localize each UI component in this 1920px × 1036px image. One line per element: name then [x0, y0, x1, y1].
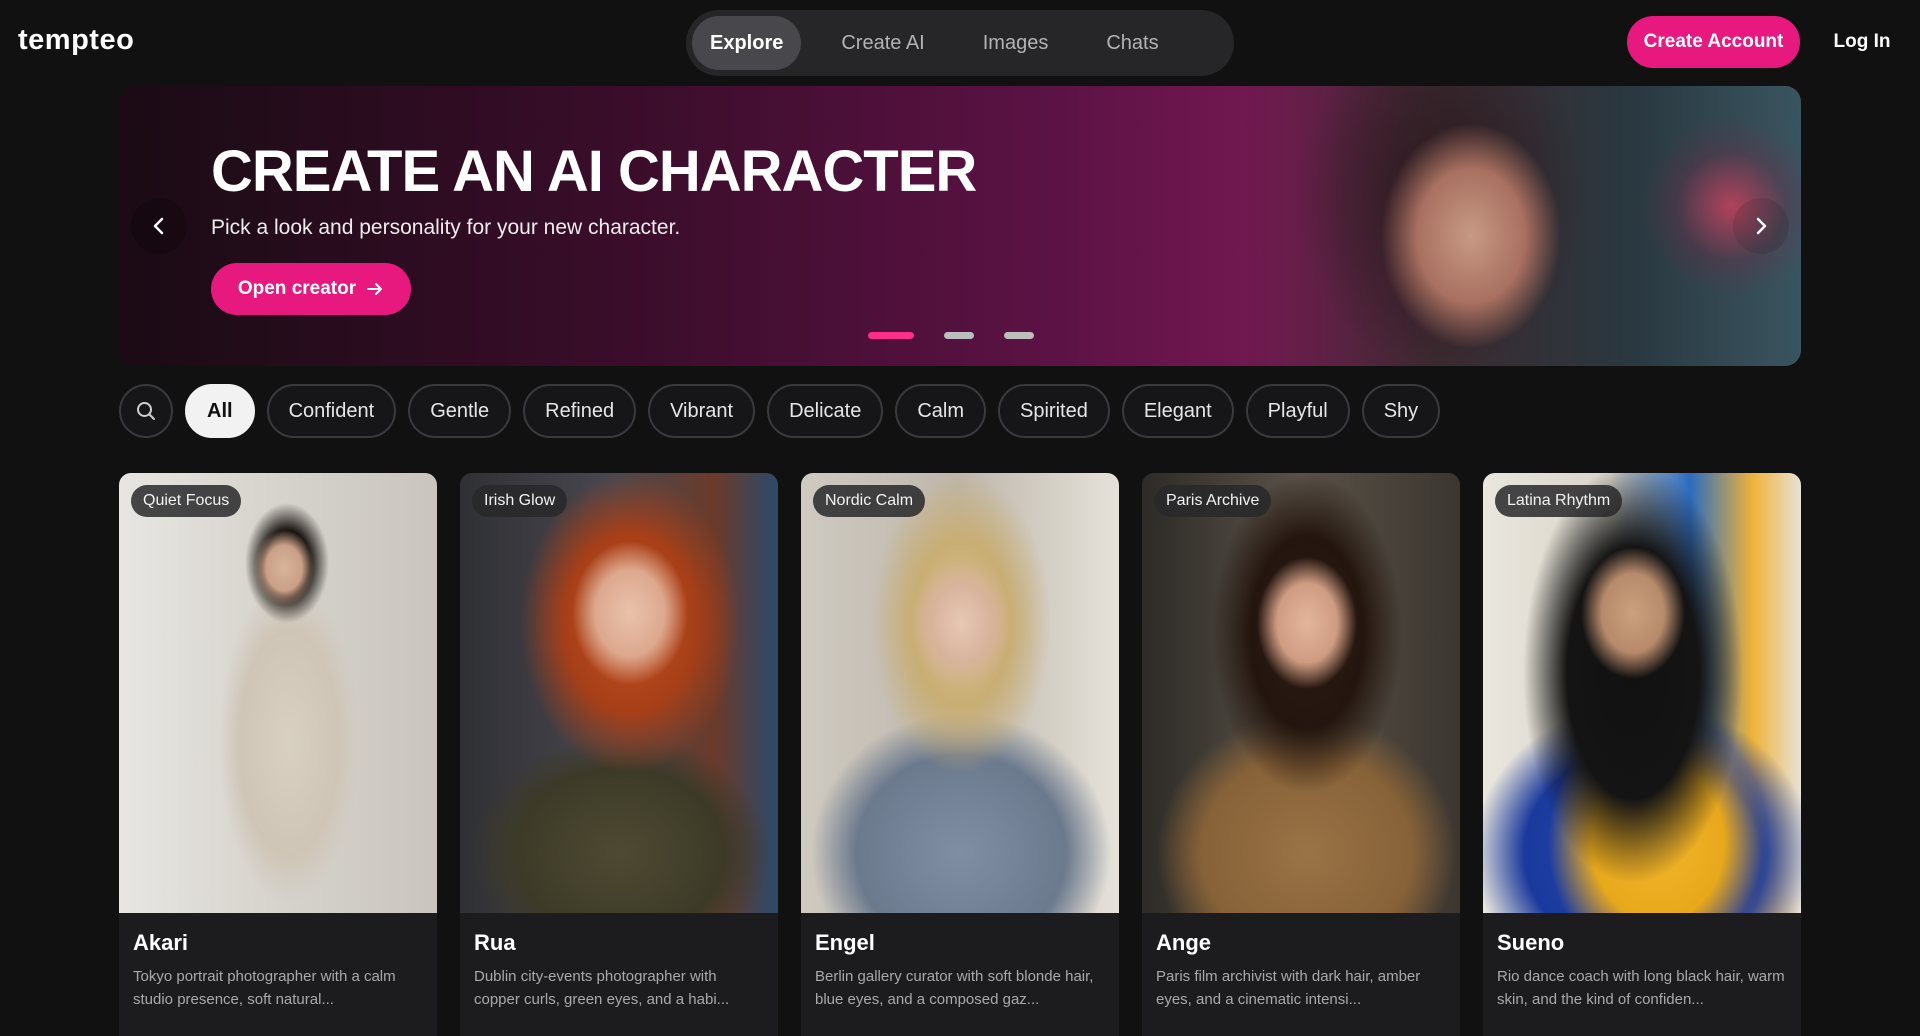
- carousel-dot-3[interactable]: [1004, 332, 1034, 339]
- header: tempteo Explore Create AI Images Chats C…: [0, 0, 1920, 86]
- filter-bar: All Confident Gentle Refined Vibrant Del…: [119, 384, 1441, 438]
- card-tag: Quiet Focus: [131, 485, 242, 517]
- hero-prev-button[interactable]: [131, 198, 187, 254]
- character-portrait: [1483, 473, 1801, 913]
- character-portrait: [801, 473, 1119, 913]
- arrow-right-icon: [367, 283, 383, 295]
- carousel-dot-2[interactable]: [944, 332, 974, 339]
- nav-tab-create-ai[interactable]: Create AI: [823, 16, 942, 70]
- card-description: Paris film archivist with dark hair, amb…: [1156, 968, 1421, 1008]
- open-creator-button[interactable]: Open creator: [211, 263, 411, 315]
- card-name: Sueno: [1497, 930, 1565, 955]
- logo[interactable]: tempteo: [18, 24, 134, 57]
- chevron-right-icon: [1756, 217, 1767, 235]
- filter-chip-delicate[interactable]: Delicate: [767, 384, 884, 438]
- search-button[interactable]: [119, 384, 173, 438]
- chevron-left-icon: [153, 217, 164, 235]
- hero-title: CREATE AN AI CHARACTER: [211, 139, 977, 204]
- create-account-button[interactable]: Create Account: [1627, 16, 1800, 68]
- filter-chip-gentle[interactable]: Gentle: [408, 384, 512, 438]
- card-description: Rio dance coach with long black hair, wa…: [1497, 968, 1785, 1008]
- card-tag: Paris Archive: [1154, 485, 1272, 517]
- filter-chip-playful[interactable]: Playful: [1245, 384, 1350, 438]
- filter-chip-vibrant[interactable]: Vibrant: [648, 384, 756, 438]
- filter-chip-spirited[interactable]: Spirited: [998, 384, 1110, 438]
- nav-tab-images[interactable]: Images: [965, 16, 1067, 70]
- card-name: Akari: [133, 930, 189, 955]
- card-name: Rua: [474, 930, 516, 955]
- character-card-rua[interactable]: Irish Glow Rua Dublin city-events photog…: [460, 473, 778, 1036]
- filter-chip-confident[interactable]: Confident: [266, 384, 397, 438]
- card-tag: Irish Glow: [472, 485, 568, 517]
- character-card-sueno[interactable]: Latina Rhythm Sueno Rio dance coach with…: [1483, 473, 1801, 1036]
- nav-tab-explore[interactable]: Explore: [692, 16, 802, 70]
- character-portrait: [460, 473, 778, 913]
- filter-chip-all[interactable]: All: [185, 384, 255, 438]
- card-description: Tokyo portrait photographer with a calm …: [133, 968, 396, 1008]
- filter-chip-calm[interactable]: Calm: [895, 384, 987, 438]
- hero-subtitle: Pick a look and personality for your new…: [211, 216, 681, 239]
- character-card-ange[interactable]: Paris Archive Ange Paris film archivist …: [1142, 473, 1460, 1036]
- card-tag: Nordic Calm: [813, 485, 926, 517]
- carousel-dot-1[interactable]: [868, 332, 914, 339]
- open-creator-label: Open creator: [237, 278, 357, 299]
- card-description: Berlin gallery curator with soft blonde …: [815, 968, 1094, 1008]
- character-card-akari[interactable]: Quiet Focus Akari Tokyo portrait photogr…: [119, 473, 437, 1036]
- hero-banner: CREATE AN AI CHARACTER Pick a look and p…: [119, 86, 1801, 366]
- filter-chip-refined[interactable]: Refined: [523, 384, 637, 438]
- card-description: Dublin city-events photographer with cop…: [474, 968, 730, 1008]
- filter-chip-shy[interactable]: Shy: [1361, 384, 1441, 438]
- card-name: Engel: [815, 930, 875, 955]
- card-name: Ange: [1156, 930, 1211, 955]
- filter-chip-elegant[interactable]: Elegant: [1121, 384, 1234, 438]
- carousel-dots: [868, 332, 1034, 339]
- main-nav: Explore Create AI Images Chats: [686, 10, 1234, 76]
- hero-character-image: [1241, 86, 1801, 366]
- character-portrait: [119, 473, 437, 913]
- character-portrait: [1142, 473, 1460, 913]
- hero-next-button[interactable]: [1733, 198, 1789, 254]
- nav-tab-chats[interactable]: Chats: [1088, 16, 1176, 70]
- card-tag: Latina Rhythm: [1495, 485, 1623, 517]
- character-grid: Quiet Focus Akari Tokyo portrait photogr…: [119, 473, 1801, 1036]
- search-icon: [137, 402, 155, 420]
- log-in-button[interactable]: Log In: [1822, 16, 1902, 68]
- page: tempteo Explore Create AI Images Chats C…: [0, 0, 1920, 1036]
- character-card-engel[interactable]: Nordic Calm Engel Berlin gallery curator…: [801, 473, 1119, 1036]
